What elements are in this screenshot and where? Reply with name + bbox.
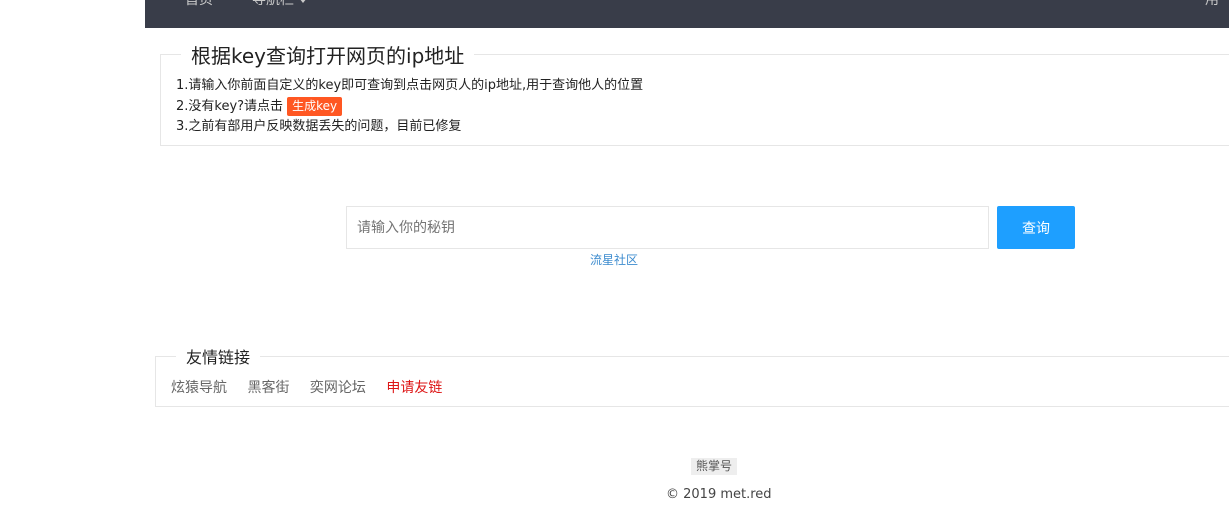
nav-user[interactable]: 用 <box>1205 0 1219 9</box>
friend-links-list: 炫猿导航 黑客街 奕网论坛 申请友链 <box>171 377 458 397</box>
friend-link[interactable]: 黑客街 <box>247 380 289 396</box>
tip-2-text: 2.没有key?请点击 <box>176 98 284 114</box>
tip-1: 1.请输入你前面自定义的key即可查询到点击网页人的ip地址,用于查询他人的位置 <box>176 78 644 93</box>
friend-link[interactable]: 炫猿导航 <box>171 380 227 396</box>
chevron-down-icon <box>299 0 307 3</box>
query-button[interactable]: 查询 <box>997 206 1075 249</box>
friend-links-title: 友情链接 <box>186 348 251 367</box>
instructions: 1.请输入你前面自定义的key即可查询到点击网页人的ip地址,用于查询他人的位置… <box>176 76 643 138</box>
nav-guide-label: 导航栏 <box>252 0 294 8</box>
friend-links-panel: 友情链接 <box>155 344 1229 407</box>
key-input[interactable] <box>346 206 989 249</box>
friend-link[interactable]: 奕网论坛 <box>310 380 366 396</box>
copyright: © 2019 met.red <box>666 487 772 502</box>
apply-friend-link[interactable]: 申请友链 <box>386 380 442 396</box>
nav-home[interactable]: 首页 <box>185 0 213 9</box>
top-navbar: 首页 导航栏 用 <box>145 0 1229 28</box>
tip-3: 3.之前有部用户反映数据丢失的问题，目前已修复 <box>176 119 462 134</box>
page-title: 根据key查询打开网页的ip地址 <box>191 44 465 68</box>
generate-key-button[interactable]: 生成key <box>287 96 343 116</box>
community-link[interactable]: 流星社区 <box>590 251 638 268</box>
xiongzhang-badge[interactable]: 熊掌号 <box>691 458 738 475</box>
tip-2: 2.没有key?请点击 生成key <box>176 96 643 118</box>
nav-guide-menu[interactable]: 导航栏 <box>252 0 307 9</box>
